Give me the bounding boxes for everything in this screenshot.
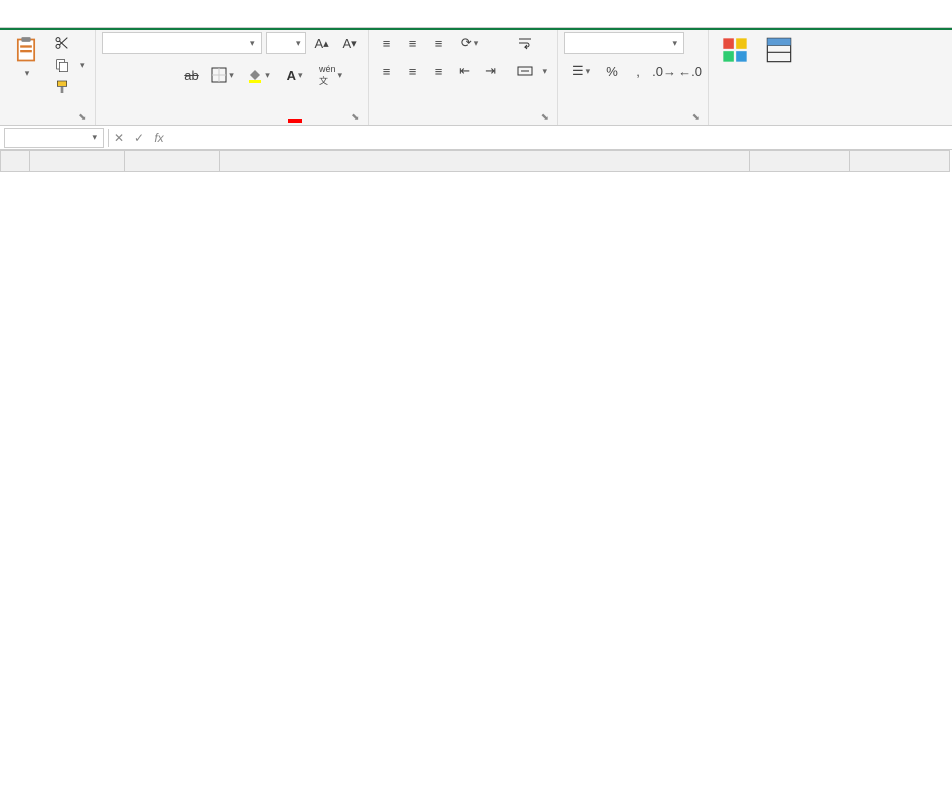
font-name-select[interactable]: ▾ bbox=[102, 32, 262, 54]
clipboard-icon bbox=[12, 36, 40, 64]
accept-formula-button[interactable]: ✓ bbox=[129, 131, 149, 145]
dialog-launcher-icon[interactable]: ⬊ bbox=[541, 112, 549, 123]
merge-center-button[interactable]: ▾ bbox=[513, 60, 552, 82]
align-bottom-button[interactable]: ≡ bbox=[427, 32, 451, 54]
paste-button[interactable]: ▾ bbox=[6, 32, 46, 83]
cancel-formula-button[interactable]: ✕ bbox=[109, 131, 129, 145]
group-alignment: ≡ ≡ ≡ ⟳▾ ≡ ≡ ≡ ⇤ ⇥ ▾ ⬊ bbox=[369, 30, 559, 125]
number-format-select[interactable]: ▾ bbox=[564, 32, 684, 54]
cut-button[interactable] bbox=[50, 32, 89, 54]
phonetic-button[interactable]: wén文▾ bbox=[314, 64, 348, 86]
align-center-button[interactable]: ≡ bbox=[401, 60, 425, 82]
group-styles bbox=[709, 30, 805, 125]
col-header[interactable] bbox=[850, 150, 950, 172]
formula-bar: ▾ ✕ ✓ fx bbox=[0, 126, 952, 150]
percent-button[interactable]: % bbox=[600, 60, 624, 82]
align-middle-button[interactable]: ≡ bbox=[401, 32, 425, 54]
italic-button[interactable] bbox=[128, 64, 152, 86]
table-icon bbox=[765, 36, 793, 64]
increase-font-button[interactable]: A▴ bbox=[310, 32, 334, 54]
format-table-button[interactable] bbox=[759, 32, 799, 70]
col-header[interactable] bbox=[30, 150, 125, 172]
border-button[interactable]: ▾ bbox=[206, 64, 240, 86]
comma-button[interactable]: , bbox=[626, 60, 650, 82]
dialog-launcher-icon[interactable]: ⬊ bbox=[78, 112, 86, 123]
orientation-button[interactable]: ⟳▾ bbox=[453, 32, 487, 54]
bucket-icon bbox=[247, 67, 263, 83]
scissors-icon bbox=[54, 35, 70, 51]
fill-color-button[interactable]: ▾ bbox=[242, 64, 276, 86]
indent-decrease-button[interactable]: ⇤ bbox=[453, 60, 477, 82]
ribbon: ▾ ▾ ⬊ ▾ ▾ A▴ A▾ ab ▾ ▾ bbox=[0, 30, 952, 126]
font-size-select[interactable]: ▾ bbox=[266, 32, 306, 54]
name-box[interactable]: ▾ bbox=[4, 128, 104, 148]
dialog-launcher-icon[interactable]: ⬊ bbox=[351, 112, 359, 123]
brush-icon bbox=[54, 79, 70, 95]
align-top-button[interactable]: ≡ bbox=[375, 32, 399, 54]
fx-button[interactable]: fx bbox=[149, 131, 169, 145]
border-icon bbox=[211, 67, 227, 83]
format-painter-button[interactable] bbox=[50, 76, 89, 98]
spreadsheet[interactable] bbox=[0, 150, 952, 172]
currency-button[interactable]: ☰▾ bbox=[564, 60, 598, 82]
copy-button[interactable]: ▾ bbox=[50, 54, 89, 76]
dialog-launcher-icon[interactable]: ⬊ bbox=[692, 112, 700, 123]
increase-decimal-button[interactable]: .0→ bbox=[652, 60, 676, 82]
copy-icon bbox=[54, 57, 70, 73]
wrap-icon bbox=[517, 35, 533, 51]
group-number: ▾ ☰▾ % , .0→ ←.0 ⬊ bbox=[558, 30, 709, 125]
group-font: ▾ ▾ A▴ A▾ ab ▾ ▾ A▾ wén文▾ ⬊ bbox=[96, 30, 369, 125]
wrap-text-button[interactable] bbox=[513, 32, 552, 54]
align-left-button[interactable]: ≡ bbox=[375, 60, 399, 82]
col-header[interactable] bbox=[125, 150, 220, 172]
decrease-font-button[interactable]: A▾ bbox=[338, 32, 362, 54]
select-all-corner[interactable] bbox=[0, 150, 30, 172]
bold-button[interactable] bbox=[102, 64, 126, 86]
group-clipboard: ▾ ▾ ⬊ bbox=[0, 30, 96, 125]
align-right-button[interactable]: ≡ bbox=[427, 60, 451, 82]
conditional-format-button[interactable] bbox=[715, 32, 755, 70]
underline-button[interactable] bbox=[154, 64, 178, 86]
strikethrough-button[interactable]: ab bbox=[180, 64, 204, 86]
col-header[interactable] bbox=[750, 150, 850, 172]
col-header[interactable] bbox=[220, 150, 750, 172]
indent-increase-button[interactable]: ⇥ bbox=[479, 60, 503, 82]
merge-icon bbox=[517, 63, 533, 79]
decrease-decimal-button[interactable]: ←.0 bbox=[678, 60, 702, 82]
font-color-button[interactable]: A▾ bbox=[278, 64, 312, 86]
ribbon-tabs bbox=[0, 0, 952, 28]
cond-format-icon bbox=[721, 36, 749, 64]
